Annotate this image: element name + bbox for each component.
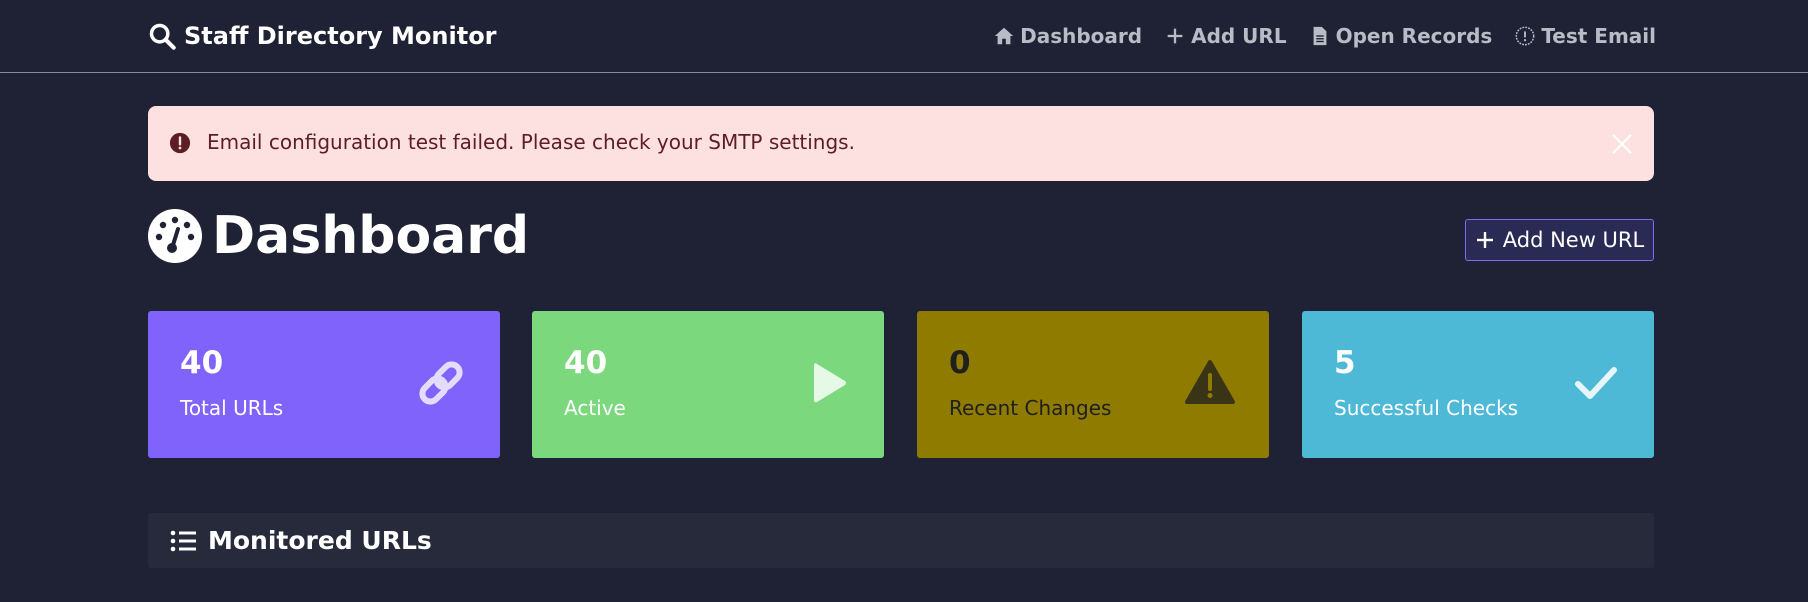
page-title: Dashboard <box>148 206 529 266</box>
nav-link-add-url[interactable]: Add URL <box>1164 24 1287 48</box>
stat-label: Total URLs <box>180 396 284 420</box>
stat-value: 40 <box>564 345 608 381</box>
warning-icon <box>1185 360 1235 404</box>
page-title-text: Dashboard <box>212 206 530 266</box>
nav-link-label: Test Email <box>1541 24 1656 48</box>
nav-link-dashboard[interactable]: Dashboard <box>993 24 1142 48</box>
play-icon <box>814 363 846 403</box>
alert-message: Email configuration test failed. Please … <box>207 130 855 154</box>
exclamation-circle-icon <box>169 132 191 154</box>
stat-value: 5 <box>1334 345 1356 381</box>
file-icon <box>1313 26 1326 46</box>
stat-value: 0 <box>949 345 971 381</box>
navbar: Staff Directory Monitor Dashboard Add UR… <box>0 0 1808 73</box>
nav-link-label: Dashboard <box>1020 24 1143 48</box>
tachometer-icon <box>148 209 202 263</box>
stat-value: 40 <box>180 345 224 381</box>
brand[interactable]: Staff Directory Monitor <box>148 16 497 56</box>
stat-card-active: 40 Active <box>532 311 884 458</box>
monitored-urls-header: Monitored URLs <box>148 513 1654 568</box>
plus-icon <box>1167 28 1183 44</box>
stat-label: Recent Changes <box>949 396 1112 420</box>
nav-link-open-records[interactable]: Open Records <box>1309 24 1493 48</box>
add-new-url-button[interactable]: Add New URL <box>1465 219 1654 261</box>
nav-link-label: Open Records <box>1335 24 1493 48</box>
home-icon <box>994 27 1014 45</box>
stat-label: Successful Checks <box>1334 396 1519 420</box>
stat-label: Active <box>564 396 626 420</box>
exclamation-circle-icon <box>1515 26 1535 46</box>
plus-icon <box>1476 232 1493 248</box>
brand-title: Staff Directory Monitor <box>184 22 497 50</box>
stat-card-total-urls: 40 Total URLs <box>148 311 500 458</box>
search-icon <box>149 23 176 50</box>
link-icon <box>419 361 463 405</box>
stat-card-successful-checks: 5 Successful Checks <box>1302 311 1654 458</box>
list-icon <box>170 530 196 551</box>
nav-links: Dashboard Add URL Open Records Test Emai… <box>993 16 1656 56</box>
error-alert: Email configuration test failed. Please … <box>148 106 1654 181</box>
close-icon[interactable] <box>1610 132 1634 156</box>
nav-link-test-email[interactable]: Test Email <box>1514 24 1656 48</box>
check-icon <box>1575 367 1617 399</box>
add-new-url-label: Add New URL <box>1502 228 1645 252</box>
nav-link-label: Add URL <box>1191 24 1287 48</box>
panel-title: Monitored URLs <box>208 526 432 555</box>
stat-card-recent-changes: 0 Recent Changes <box>917 311 1269 458</box>
